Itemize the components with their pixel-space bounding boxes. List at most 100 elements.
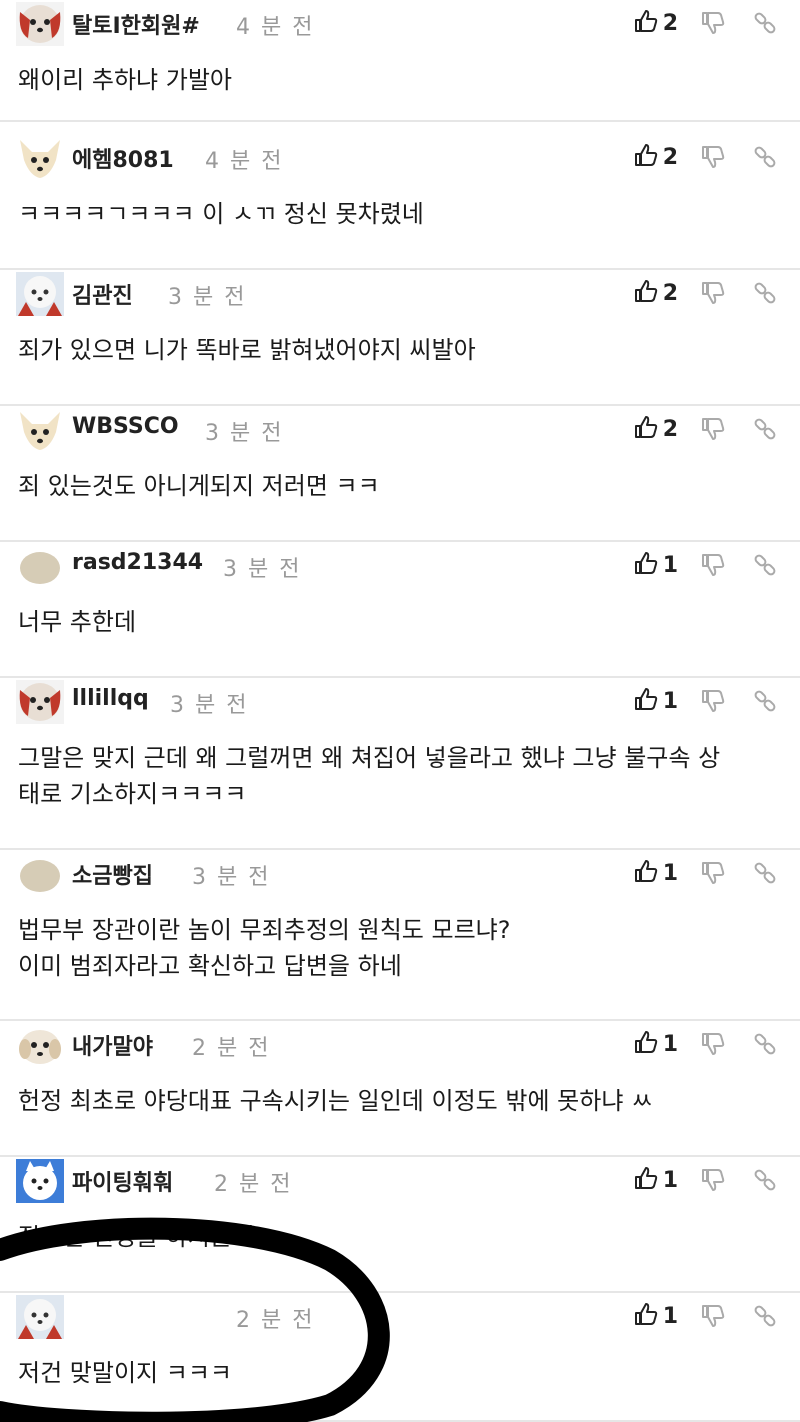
comment-item: 에헴8081 4 분 전 2 ㅋㅋㅋㅋㄱㅋㅋㅋ 이 ㅅㄲ 정신 못차렸네 bbox=[0, 134, 800, 270]
comment-nickname[interactable]: 탈토I한회원# bbox=[72, 8, 200, 40]
comment-text: 그말은 맞지 근데 왜 그럴꺼면 왜 쳐집어 넣을라고 했냐 그냥 불구속 상 … bbox=[18, 744, 721, 808]
link-icon[interactable] bbox=[752, 10, 778, 36]
comment-item: 탈토I한회원# 4 분 전 2 왜이리 추하냐 가발아 bbox=[0, 0, 800, 122]
like-count: 2 bbox=[662, 10, 678, 36]
link-icon[interactable] bbox=[752, 1031, 778, 1057]
like-button[interactable]: 2 bbox=[633, 8, 678, 38]
like-count: 2 bbox=[662, 416, 678, 442]
like-button[interactable]: 1 bbox=[633, 686, 678, 716]
egg-avatar-icon[interactable] bbox=[16, 544, 64, 588]
like-count: 1 bbox=[662, 552, 678, 578]
comment-timestamp: 3 분 전 bbox=[205, 421, 284, 446]
puppy-avatar-icon[interactable] bbox=[16, 1023, 64, 1067]
comment-actions: 1 bbox=[633, 856, 778, 890]
like-button[interactable]: 1 bbox=[633, 1165, 678, 1195]
spitz-avatar-icon[interactable] bbox=[16, 1159, 64, 1203]
thumbs-up-icon bbox=[633, 550, 659, 580]
comment-actions: 1 bbox=[633, 548, 778, 582]
thumbs-up-icon bbox=[633, 1301, 659, 1331]
comment-timestamp: 2 분 전 bbox=[192, 1036, 271, 1061]
comment-timestamp: 4 분 전 bbox=[205, 149, 284, 174]
white-dog-avatar-icon[interactable] bbox=[16, 1295, 64, 1339]
comment-header: 2 분 전 1 bbox=[0, 1295, 800, 1339]
link-icon[interactable] bbox=[752, 1167, 778, 1193]
like-button[interactable]: 1 bbox=[633, 1029, 678, 1059]
link-icon[interactable] bbox=[752, 688, 778, 714]
thumbs-up-icon bbox=[633, 1165, 659, 1195]
white-dog-avatar-icon[interactable] bbox=[16, 272, 64, 316]
thumbs-down-icon[interactable] bbox=[700, 860, 726, 886]
comment-text: 법무부 장관이란 놈이 무죄추정의 원칙도 모르냐? 이미 범죄자라고 확신하고… bbox=[18, 916, 511, 980]
comment-actions: 2 bbox=[633, 412, 778, 446]
egg-avatar-icon[interactable] bbox=[16, 852, 64, 896]
comment-header: 김관진 3 분 전 2 bbox=[0, 272, 800, 316]
comment-header: 내가말야 2 분 전 1 bbox=[0, 1023, 800, 1067]
thumbs-down-icon[interactable] bbox=[700, 10, 726, 36]
dog-avatar-icon[interactable] bbox=[16, 2, 64, 46]
comment-text: 죄가 있으면 니가 똑바로 밝혀냈어야지 씨발아 bbox=[18, 336, 476, 364]
comment-nickname[interactable]: rasd21344 bbox=[72, 550, 203, 575]
link-icon[interactable] bbox=[752, 416, 778, 442]
chihuahua-avatar-icon[interactable] bbox=[16, 136, 64, 180]
comment-actions: 1 bbox=[633, 1027, 778, 1061]
comment-timestamp: 3 분 전 bbox=[170, 693, 249, 718]
like-button[interactable]: 1 bbox=[633, 858, 678, 888]
thumbs-up-icon bbox=[633, 686, 659, 716]
comment-item: 파이팅훠훠 2 분 전 1 젊으면 인정을 하시는게 bbox=[0, 1157, 800, 1293]
comment-header: WBSSCO 3 분 전 2 bbox=[0, 408, 800, 452]
thumbs-up-icon bbox=[633, 858, 659, 888]
comment-timestamp: 2 분 전 bbox=[214, 1172, 293, 1197]
like-count: 1 bbox=[662, 688, 678, 714]
thumbs-up-icon bbox=[633, 278, 659, 308]
thumbs-down-icon[interactable] bbox=[700, 416, 726, 442]
like-button[interactable]: 1 bbox=[633, 1301, 678, 1331]
comment-timestamp: 4 분 전 bbox=[236, 15, 315, 40]
comment-item: lllillqq 3 분 전 1 그말은 맞지 근데 왜 그럴꺼면 왜 쳐집어 넣을라… bbox=[0, 678, 800, 850]
comment-nickname[interactable]: 파이팅훠훠 bbox=[72, 1165, 173, 1197]
like-count: 1 bbox=[662, 860, 678, 886]
dog-avatar-icon[interactable] bbox=[16, 680, 64, 724]
comment-header: rasd21344 3 분 전 1 bbox=[0, 544, 800, 588]
chihuahua-avatar-icon[interactable] bbox=[16, 408, 64, 452]
comment-actions: 1 bbox=[633, 1299, 778, 1333]
comment-actions: 2 bbox=[633, 6, 778, 40]
like-button[interactable]: 2 bbox=[633, 278, 678, 308]
comment-actions: 2 bbox=[633, 276, 778, 310]
comment-timestamp: 3 분 전 bbox=[192, 865, 271, 890]
link-icon[interactable] bbox=[752, 860, 778, 886]
comment-text: 왜이리 추하냐 가발아 bbox=[18, 66, 232, 94]
comment-header: 소금빵집 3 분 전 1 bbox=[0, 852, 800, 896]
like-button[interactable]: 2 bbox=[633, 142, 678, 172]
thumbs-down-icon[interactable] bbox=[700, 552, 726, 578]
comment-text: ㅋㅋㅋㅋㄱㅋㅋㅋ 이 ㅅㄲ 정신 못차렸네 bbox=[18, 200, 424, 228]
comment-nickname[interactable]: lllillqq bbox=[72, 686, 149, 711]
comment-nickname[interactable]: 에헴8081 bbox=[72, 142, 174, 174]
thumbs-up-icon bbox=[633, 142, 659, 172]
thumbs-down-icon[interactable] bbox=[700, 144, 726, 170]
link-icon[interactable] bbox=[752, 1303, 778, 1329]
thumbs-down-icon[interactable] bbox=[700, 1303, 726, 1329]
like-button[interactable]: 2 bbox=[633, 414, 678, 444]
comment-item: WBSSCO 3 분 전 2 죄 있는것도 아니게되지 저러면 ㅋㅋ bbox=[0, 406, 800, 542]
comment-nickname[interactable]: 소금빵집 bbox=[72, 858, 153, 890]
thumbs-down-icon[interactable] bbox=[700, 688, 726, 714]
comment-nickname[interactable]: 내가말야 bbox=[72, 1029, 153, 1061]
like-count: 1 bbox=[662, 1031, 678, 1057]
comment-item: 소금빵집 3 분 전 1 법무부 장관이란 놈이 무죄추정의 원칙도 모르냐? 이미 … bbox=[0, 850, 800, 1021]
like-count: 2 bbox=[662, 144, 678, 170]
link-icon[interactable] bbox=[752, 144, 778, 170]
thumbs-down-icon[interactable] bbox=[700, 1167, 726, 1193]
comment-header: 에헴8081 4 분 전 2 bbox=[0, 136, 800, 180]
comment-timestamp: 2 분 전 bbox=[236, 1308, 315, 1333]
link-icon[interactable] bbox=[752, 280, 778, 306]
thumbs-down-icon[interactable] bbox=[700, 1031, 726, 1057]
comment-nickname[interactable]: WBSSCO bbox=[72, 414, 179, 439]
comment-item: 김관진 3 분 전 2 죄가 있으면 니가 똑바로 밝혀냈어야지 씨발아 bbox=[0, 270, 800, 406]
link-icon[interactable] bbox=[752, 552, 778, 578]
like-button[interactable]: 1 bbox=[633, 550, 678, 580]
comment-nickname[interactable]: 김관진 bbox=[72, 278, 133, 310]
comment-item: 내가말야 2 분 전 1 헌정 최초로 야당대표 구속시키는 일인데 이정도 밖에 못… bbox=[0, 1021, 800, 1157]
comment-timestamp: 3 분 전 bbox=[223, 557, 302, 582]
thumbs-down-icon[interactable] bbox=[700, 280, 726, 306]
comment-timestamp: 3 분 전 bbox=[168, 285, 247, 310]
